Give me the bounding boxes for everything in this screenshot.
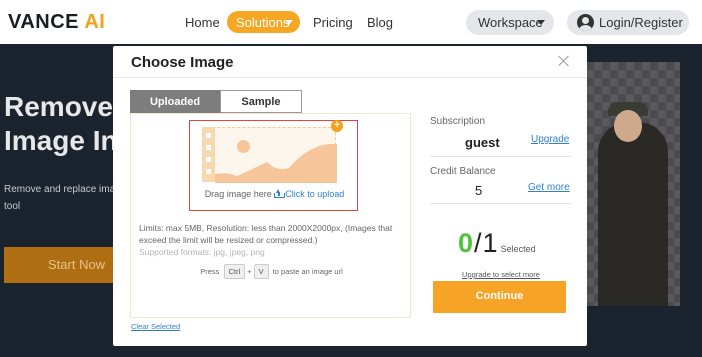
hero-title-line2: Image In — [4, 125, 118, 156]
mountain-icon — [215, 143, 337, 183]
login-register-button[interactable]: Login/Register — [567, 10, 689, 35]
user-icon — [577, 14, 594, 31]
paste-url-hint: Press Ctrl + V to paste an image url — [131, 264, 412, 279]
supported-formats-text: Supported formats: jpg, jpeg, png — [139, 247, 265, 257]
nav-blog-link[interactable]: Blog — [367, 15, 393, 30]
upload-panel: + Drag image here Click to upload Limits… — [130, 113, 411, 318]
click-to-upload-link[interactable]: Click to upload — [274, 189, 344, 199]
sample-photo — [586, 62, 680, 306]
hero-title-line1: Remove — [4, 91, 113, 122]
continue-button[interactable]: Continue — [433, 281, 566, 313]
workspace-label: Workspace — [478, 15, 543, 30]
get-more-link[interactable]: Get more — [528, 182, 570, 193]
tab-uploaded[interactable]: Uploaded — [130, 90, 220, 113]
image-dropzone[interactable]: + Drag image here Click to upload — [189, 120, 358, 211]
tab-sample[interactable]: Sample — [220, 90, 302, 113]
nav-solutions-dropdown[interactable]: Solutions — [227, 11, 300, 33]
clear-selected-link[interactable]: Clear Selected — [131, 322, 180, 331]
close-icon[interactable] — [558, 55, 570, 67]
start-now-button[interactable]: Start Now — [4, 247, 129, 283]
divider — [430, 156, 571, 157]
ctrl-key: Ctrl — [223, 264, 246, 279]
selected-count: 0 — [458, 228, 474, 258]
hero-subtitle-line1: Remove and replace imag — [4, 184, 121, 195]
add-icon[interactable]: + — [331, 120, 343, 132]
upload-icon — [274, 189, 286, 198]
nav-pricing-link[interactable]: Pricing — [313, 15, 353, 30]
chevron-down-icon — [537, 20, 545, 25]
v-key: V — [253, 264, 269, 279]
person-head — [614, 110, 642, 142]
film-strip-icon — [202, 127, 215, 182]
subscription-value: guest — [465, 135, 500, 150]
upgrade-to-select-more-link[interactable]: Upgrade to select more — [462, 270, 540, 279]
person-figure — [598, 122, 668, 306]
dialog-title: Choose Image — [131, 54, 234, 71]
drag-image-text: Drag image here — [204, 189, 272, 199]
upgrade-link[interactable]: Upgrade — [531, 134, 569, 145]
divider — [430, 203, 571, 204]
dialog-header: Choose Image — [113, 46, 587, 78]
nav-solutions-label: Solutions — [236, 15, 290, 30]
choose-image-dialog: Choose Image Uploaded Sample + Drag imag… — [113, 46, 587, 346]
credit-balance-label: Credit Balance — [430, 166, 496, 177]
chevron-down-icon — [285, 20, 293, 25]
upload-limits-text: Limits: max 5MB, Resolution: less than 2… — [139, 223, 393, 245]
subscription-label: Subscription — [430, 116, 486, 127]
workspace-dropdown[interactable]: Workspace — [466, 10, 554, 35]
image-placeholder-illustration: + — [202, 120, 343, 183]
selection-limit: 1 — [482, 228, 498, 258]
login-register-label: Login/Register — [599, 15, 683, 30]
vanceai-logo[interactable]: VANCE AI — [8, 11, 105, 34]
hero-subtitle-line2: tool — [4, 201, 21, 212]
dropzone-instructions: Drag image here Click to upload — [190, 189, 359, 199]
top-navigation: VANCE AI Home Solutions Pricing Blog Wor… — [0, 0, 702, 44]
selected-label: Selected — [500, 244, 536, 254]
selection-counter: 0/1 Selected — [458, 228, 536, 258]
nav-home-link[interactable]: Home — [185, 15, 220, 30]
credit-balance-value: 5 — [475, 183, 483, 198]
